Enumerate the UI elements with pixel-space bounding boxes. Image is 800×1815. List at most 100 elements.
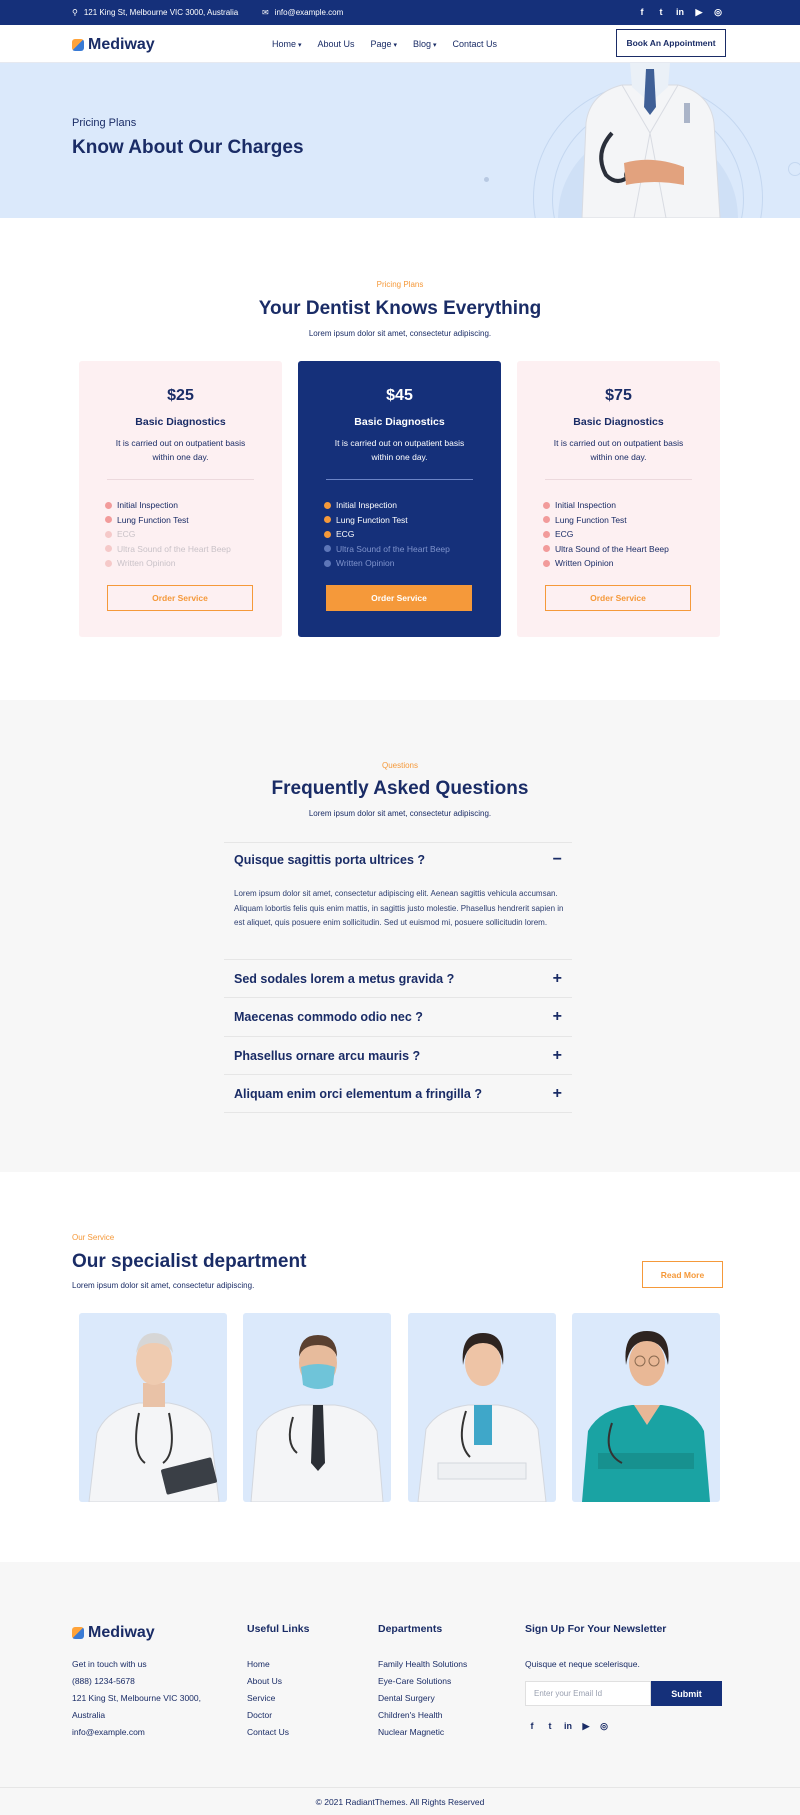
- twitter-icon[interactable]: t: [655, 6, 667, 18]
- logo-icon: [72, 1627, 84, 1639]
- twitter-icon[interactable]: t: [544, 1720, 556, 1732]
- plus-icon[interactable]: +: [553, 1047, 572, 1065]
- faq-question-text[interactable]: Phasellus ornare arcu mauris ?: [224, 1049, 420, 1063]
- check-circle-icon: [105, 516, 112, 524]
- contact-label: Get in touch with us: [72, 1659, 147, 1669]
- pricing-title: Your Dentist Knows Everything: [258, 298, 542, 319]
- pricing-card-basic: $25 Basic Diagnostics It is carried out …: [79, 361, 282, 637]
- newsletter-submit-button[interactable]: Submit: [651, 1681, 722, 1706]
- facebook-icon[interactable]: f: [636, 6, 648, 18]
- book-appointment-button[interactable]: Book An Appointment: [616, 29, 726, 57]
- department-link[interactable]: Dental Surgery: [378, 1690, 467, 1707]
- newsletter-title: Sign Up For Your Newsletter: [525, 1623, 667, 1635]
- faq-question-text[interactable]: Sed sodales lorem a metus gravida ?: [224, 972, 454, 986]
- copyright: © 2021 RadiantThemes. All Rights Reserve…: [0, 1787, 800, 1815]
- feature-item: Lung Function Test: [543, 513, 669, 528]
- check-circle-icon: [543, 545, 550, 553]
- faq-question-text[interactable]: Aliquam enim orci elementum a fringilla …: [224, 1087, 482, 1101]
- instagram-icon[interactable]: ◎: [712, 6, 724, 18]
- department-link[interactable]: Children's Health: [378, 1707, 467, 1724]
- faq-question-text[interactable]: Quisque sagittis porta ultrices ?: [224, 853, 425, 867]
- department-link[interactable]: Family Health Solutions: [378, 1656, 467, 1673]
- department-link[interactable]: Nuclear Magnetic: [378, 1724, 467, 1741]
- nav-contact[interactable]: Contact Us: [453, 39, 498, 49]
- footer-link-home[interactable]: Home: [247, 1656, 289, 1673]
- plus-icon[interactable]: +: [553, 1008, 572, 1026]
- top-bar: ⚲ 121 King St, Melbourne VIC 3000, Austr…: [0, 0, 800, 25]
- faq-question-5[interactable]: Aliquam enim orci elementum a fringilla …: [224, 1075, 572, 1113]
- plus-icon[interactable]: +: [553, 1085, 572, 1103]
- footer-link-contact[interactable]: Contact Us: [247, 1724, 289, 1741]
- doctor-photo: [88, 1333, 220, 1502]
- minus-icon[interactable]: −: [553, 851, 572, 869]
- footer-link-about[interactable]: About Us: [247, 1673, 289, 1690]
- instagram-icon[interactable]: ◎: [598, 1720, 610, 1732]
- doctor-photo: [582, 1331, 710, 1502]
- doctor-photo: [250, 1335, 384, 1502]
- feature-label: ECG: [117, 529, 136, 540]
- feature-item: ECG: [324, 527, 450, 542]
- order-service-button[interactable]: Order Service: [107, 585, 253, 611]
- specialist-title: Our specialist department: [72, 1251, 307, 1272]
- nav-home[interactable]: Home: [272, 39, 301, 49]
- youtube-icon[interactable]: ▶: [580, 1720, 592, 1732]
- nav-page[interactable]: Page: [371, 39, 398, 49]
- footer-link-doctor[interactable]: Doctor: [247, 1707, 289, 1724]
- pricing-card-standard: $45 Basic Diagnostics It is carried out …: [298, 361, 501, 637]
- doctor-hero-image: [581, 63, 721, 218]
- logo[interactable]: Mediway: [72, 36, 155, 54]
- faq-answer: Lorem ipsum dolor sit amet, consectetur …: [234, 889, 564, 927]
- divider: [326, 479, 473, 480]
- divider: [107, 479, 254, 480]
- doctor-card[interactable]: [243, 1313, 391, 1502]
- footer-contact: Get in touch with us (888) 1234-5678 121…: [72, 1656, 201, 1741]
- feature-label: Lung Function Test: [555, 514, 627, 525]
- faq-question-1[interactable]: Quisque sagittis porta ultrices ? −: [224, 842, 572, 877]
- check-circle-icon: [105, 501, 112, 509]
- faq-question-text[interactable]: Maecenas commodo odio nec ?: [224, 1010, 423, 1024]
- faq-title: Frequently Asked Questions: [271, 778, 529, 799]
- newsletter-email-input[interactable]: Enter your Email Id: [525, 1681, 651, 1706]
- faq-question-4[interactable]: Phasellus ornare arcu mauris ? +: [224, 1037, 572, 1075]
- footer-logo[interactable]: Mediway: [72, 1624, 155, 1642]
- plan-price: $75: [605, 387, 632, 404]
- linkedin-icon[interactable]: in: [674, 6, 686, 18]
- check-circle-icon: [324, 530, 331, 538]
- nav-blog[interactable]: Blog: [413, 39, 436, 49]
- faq-question-3[interactable]: Maecenas commodo odio nec ? +: [224, 998, 572, 1037]
- feature-item: Lung Function Test: [105, 513, 231, 528]
- feature-item: Ultra Sound of the Heart Beep: [105, 542, 231, 557]
- feature-label: Written Opinion: [336, 558, 395, 569]
- plan-description: It is carried out on outpatient basis wi…: [115, 438, 246, 462]
- doctor-card[interactable]: [572, 1313, 720, 1502]
- doctor-card[interactable]: [408, 1313, 556, 1502]
- hero-title: Know About Our Charges: [72, 137, 304, 158]
- faq-eyebrow: Questions: [381, 761, 419, 770]
- specialist-subtitle: Lorem ipsum dolor sit amet, consectetur …: [72, 1281, 255, 1290]
- email-link[interactable]: info@example.com: [72, 1724, 201, 1741]
- footer-link-service[interactable]: Service: [247, 1690, 289, 1707]
- linkedin-icon[interactable]: in: [562, 1720, 574, 1732]
- plan-price: $45: [386, 387, 413, 404]
- department-link[interactable]: Eye-Care Solutions: [378, 1673, 467, 1690]
- youtube-icon[interactable]: ▶: [693, 6, 705, 18]
- plus-icon[interactable]: +: [553, 970, 572, 988]
- specialist-eyebrow: Our Service: [72, 1233, 115, 1242]
- email-info[interactable]: ✉ info@example.com: [262, 8, 343, 17]
- phone-number[interactable]: (888) 1234-5678: [72, 1673, 201, 1690]
- address-text: 121 King St, Melbourne VIC 3000, Austral…: [83, 8, 239, 17]
- check-circle-icon: [105, 530, 112, 538]
- main-nav: Home About Us Page Blog Contact Us: [272, 39, 497, 49]
- logo-text: Mediway: [88, 1624, 155, 1641]
- plan-price: $25: [167, 387, 194, 404]
- doctor-card[interactable]: [79, 1313, 227, 1502]
- read-more-button[interactable]: Read More: [642, 1261, 723, 1288]
- email-text[interactable]: info@example.com: [275, 8, 344, 17]
- nav-about[interactable]: About Us: [317, 39, 354, 49]
- feature-item: Lung Function Test: [324, 513, 450, 528]
- order-service-button[interactable]: Order Service: [545, 585, 691, 611]
- faq-question-2[interactable]: Sed sodales lorem a metus gravida ? +: [224, 960, 572, 998]
- facebook-icon[interactable]: f: [526, 1720, 538, 1732]
- decor-dot: [484, 177, 489, 182]
- order-service-button[interactable]: Order Service: [326, 585, 472, 611]
